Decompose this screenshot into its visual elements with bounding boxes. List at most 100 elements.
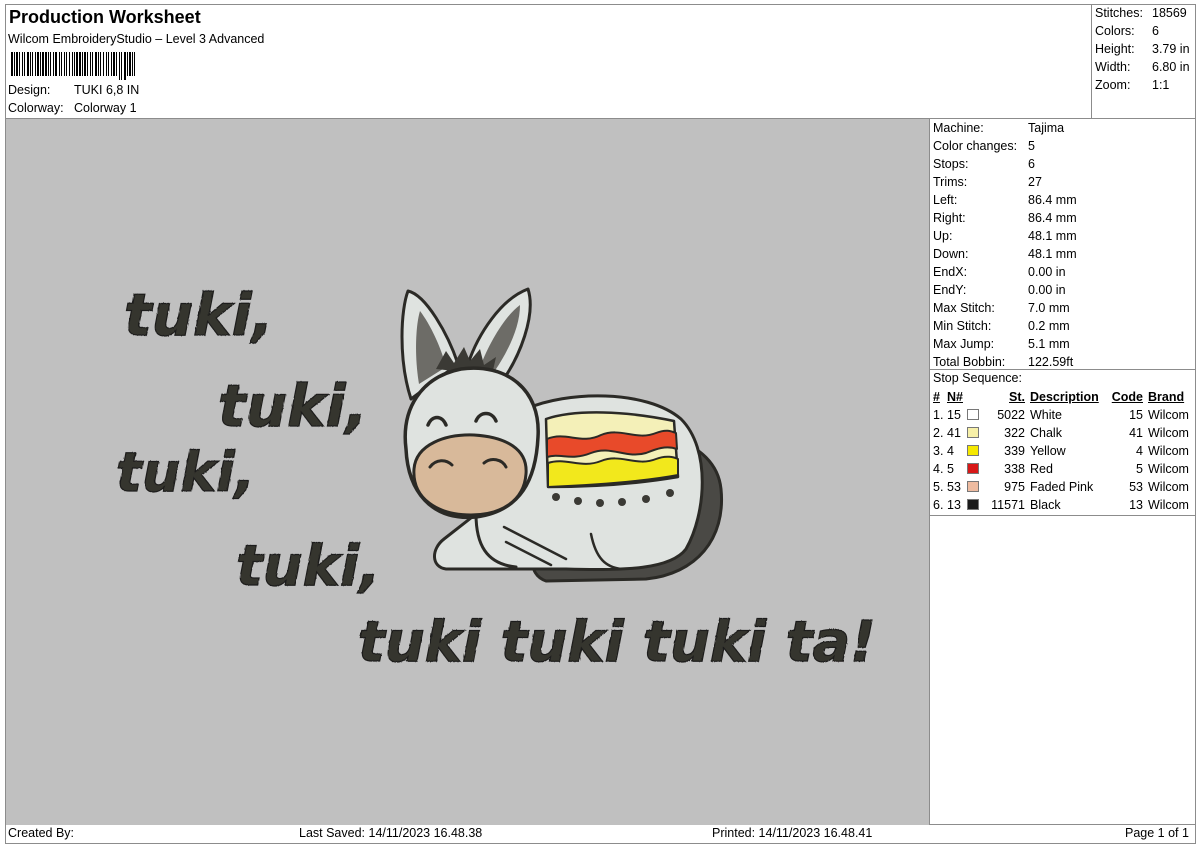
zoom-row: Zoom: 1:1 <box>1092 76 1196 94</box>
thread-description: Black <box>1030 498 1061 512</box>
machine-info-value: 5.1 mm <box>1028 337 1070 351</box>
thread-description: Faded Pink <box>1030 480 1094 494</box>
stop-number: 2. <box>933 426 944 440</box>
machine-info-value: 48.1 mm <box>1028 247 1077 261</box>
machine-info-value: 6 <box>1028 157 1035 171</box>
stop-row: 3. 4 339 Yellow 4 Wilcom <box>930 442 1193 460</box>
machine-info-row: Machine: Tajima <box>930 119 1196 137</box>
machine-info-label: Machine: <box>933 121 984 135</box>
colors-row: Colors: 6 <box>1092 22 1196 40</box>
page-number: Page 1 of 1 <box>1125 826 1189 840</box>
stop-row: 6. 13 11571 Black 13 Wilcom <box>930 496 1193 514</box>
machine-info-label: Total Bobbin: <box>933 355 1006 369</box>
needle-number: 13 <box>947 496 983 514</box>
design-value: TUKI 6,8 IN <box>74 83 140 97</box>
thread-color-swatch <box>967 499 979 510</box>
machine-info-value: 27 <box>1028 175 1042 189</box>
design-text-line-1: tuki, <box>124 281 274 349</box>
thread-brand: Wilcom <box>1148 462 1189 476</box>
needle-number: 4 <box>947 442 983 460</box>
machine-info-label: Down: <box>933 247 969 261</box>
col-brand-header: Brand <box>1148 390 1185 404</box>
stitch-count: 11571 <box>991 498 1025 512</box>
printed-date: Printed: 14/11/2023 16.48.41 <box>712 826 873 840</box>
needle-number-text: 13 <box>947 498 961 512</box>
embroidery-design: tuki, tuki, tuki, tuki, tuki tuki tuki t… <box>115 280 876 675</box>
machine-info-label: Right: <box>933 211 966 225</box>
thread-description: Chalk <box>1030 426 1062 440</box>
width-label: Width: <box>1095 60 1131 74</box>
stop-row: 1. 15 5022 White 15 Wilcom <box>930 406 1193 424</box>
needle-number-text: 15 <box>947 408 961 422</box>
worksheet-footer: Created By: Last Saved: 14/11/2023 16.48… <box>5 824 1196 844</box>
col-code-header: Code <box>1111 390 1143 404</box>
thread-brand: Wilcom <box>1148 408 1189 422</box>
stitch-count: 339 <box>1004 444 1025 458</box>
donkey-illustration <box>400 287 724 583</box>
thread-description: Yellow <box>1030 444 1066 458</box>
needle-number-text: 5 <box>947 462 954 476</box>
thread-color-swatch <box>967 463 979 474</box>
colors-label: Colors: <box>1095 24 1135 38</box>
machine-info-row: Trims: 27 <box>930 173 1196 191</box>
col-num-header: # <box>933 390 940 404</box>
height-row: Height: 3.79 in <box>1092 40 1196 58</box>
stitches-label: Stitches: <box>1095 6 1143 20</box>
machine-info-label: Stops: <box>933 157 969 171</box>
stop-sequence-table: # N# St. Description Code Brand 1. 15 5022… <box>930 388 1193 514</box>
last-saved: Last Saved: 14/11/2023 16.48.38 <box>299 826 483 840</box>
machine-info-value: 86.4 mm <box>1028 193 1077 207</box>
stitch-count: 5022 <box>997 408 1025 422</box>
zoom-label: Zoom: <box>1095 78 1131 92</box>
thread-code: 13 <box>1129 498 1143 512</box>
machine-info-value: 0.2 mm <box>1028 319 1070 333</box>
design-stats: Stitches: 18569 Colors: 6 Height: 3.79 in W… <box>1092 4 1196 94</box>
machine-info-row: Right: 86.4 mm <box>930 209 1196 227</box>
stitch-count: 338 <box>1004 462 1025 476</box>
machine-info-value: 86.4 mm <box>1028 211 1077 225</box>
machine-info-row: EndX: 0.00 in <box>930 263 1196 281</box>
machine-info-value: 0.00 in <box>1028 265 1066 279</box>
colors-value: 6 <box>1152 24 1159 38</box>
design-text-line-3: tuki, <box>116 441 255 504</box>
thread-code: 41 <box>1129 426 1143 440</box>
design-label: Design: <box>8 83 51 97</box>
machine-info-row: Left: 86.4 mm <box>930 191 1196 209</box>
thread-color-swatch <box>967 481 979 492</box>
stop-number: 5. <box>933 480 944 494</box>
machine-info-row: Color changes: 5 <box>930 137 1196 155</box>
design-text-line-2: tuki, <box>218 372 368 440</box>
machine-info-label: Min Stitch: <box>933 319 992 333</box>
thread-color-swatch <box>967 409 979 420</box>
machine-info-value: 122.59ft <box>1028 355 1074 369</box>
stitches-value: 18569 <box>1152 6 1187 20</box>
stitch-count: 322 <box>1004 426 1025 440</box>
stitch-count: 975 <box>1004 480 1025 494</box>
width-row: Width: 6.80 in <box>1092 58 1196 76</box>
machine-info-label: EndX: <box>933 265 968 279</box>
machine-info-row: Max Stitch: 7.0 mm <box>930 299 1196 317</box>
needle-number-text: 41 <box>947 426 961 440</box>
colorway-row: Colorway: Colorway 1 <box>8 101 137 115</box>
machine-info-value: 7.0 mm <box>1028 301 1070 315</box>
design-preview: tuki, tuki, tuki, tuki, tuki tuki tuki t… <box>6 119 929 825</box>
stitches-row: Stitches: 18569 <box>1092 4 1196 22</box>
needle-number-text: 4 <box>947 444 954 458</box>
machine-info-value: 48.1 mm <box>1028 229 1077 243</box>
machine-info-row: Stops: 6 <box>930 155 1196 173</box>
thread-brand: Wilcom <box>1148 444 1189 458</box>
stop-number: 6. <box>933 498 944 512</box>
machine-info-row: Max Jump: 5.1 mm <box>930 335 1196 353</box>
needle-number: 53 <box>947 478 983 496</box>
thread-brand: Wilcom <box>1148 480 1189 494</box>
machine-info-row: Up: 48.1 mm <box>930 227 1196 245</box>
stop-row: 5. 53 975 Faded Pink 53 Wilcom <box>930 478 1193 496</box>
col-stitches-header: St. <box>1009 390 1025 404</box>
machine-info-label: Color changes: <box>933 139 1018 153</box>
barcode-image <box>11 52 135 80</box>
col-description-header: Description <box>1030 390 1099 404</box>
height-label: Height: <box>1095 42 1135 56</box>
col-needle-header: N# <box>947 390 963 404</box>
table-bottom-rule <box>929 515 1196 516</box>
donkey-blanket <box>544 411 680 489</box>
